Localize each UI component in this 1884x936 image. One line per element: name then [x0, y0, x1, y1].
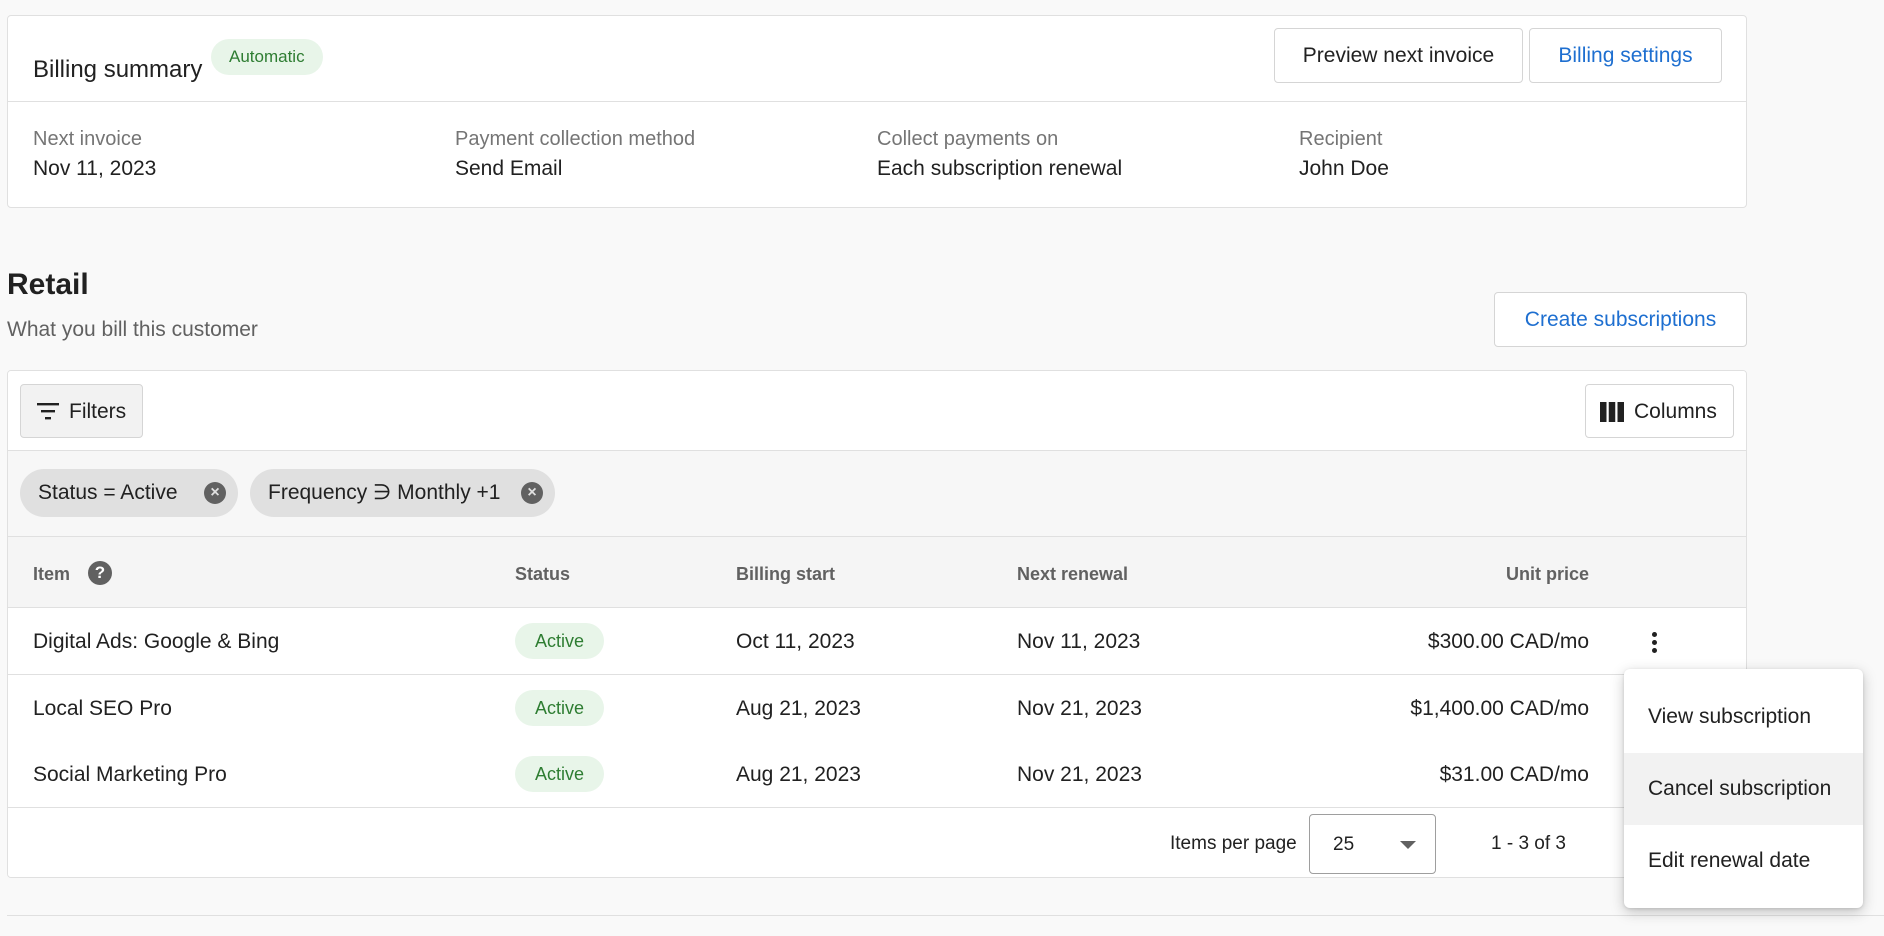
unit-price: $31.00 CAD/mo	[1439, 763, 1589, 786]
item-name: Local SEO Pro	[33, 697, 172, 720]
payment-method-label: Payment collection method	[455, 128, 696, 150]
menu-item-label: Cancel subscription	[1648, 777, 1832, 800]
menu-item-view-subscription[interactable]: View subscription	[1624, 681, 1863, 753]
caret-down-icon	[1400, 841, 1416, 849]
billing-summary-card: Billing summary Automatic Preview next i…	[7, 15, 1747, 208]
retail-subtitle: What you bill this customer	[7, 318, 258, 341]
table-toolbar: Filters Columns	[8, 371, 1746, 451]
columns-button[interactable]: Columns	[1585, 384, 1734, 438]
next-renewal: Nov 21, 2023	[1017, 697, 1142, 720]
filters-label: Filters	[69, 400, 127, 423]
billing-summary-header: Billing summary Automatic Preview next i…	[8, 16, 1746, 102]
columns-label: Columns	[1634, 400, 1717, 423]
menu-item-cancel-subscription[interactable]: Cancel subscription	[1624, 753, 1863, 825]
subscriptions-table-card: Filters Columns Status = Active × Freque…	[7, 370, 1747, 878]
close-icon[interactable]: ×	[521, 482, 543, 504]
column-header-item[interactable]: Item	[33, 564, 70, 585]
status-badge: Active	[515, 623, 605, 659]
retail-title: Retail	[7, 268, 89, 301]
table-row[interactable]: Digital Ads: Google & Bing Active Oct 11…	[8, 608, 1746, 675]
filters-button[interactable]: Filters	[20, 384, 143, 438]
filter-icon	[37, 403, 59, 420]
close-icon[interactable]: ×	[204, 482, 226, 504]
menu-item-edit-renewal-date[interactable]: Edit renewal date	[1624, 825, 1863, 897]
status-badge: Active	[515, 690, 605, 726]
filter-chip-status[interactable]: Status = Active ×	[20, 469, 238, 517]
row-actions-menu: View subscription Cancel subscription Ed…	[1624, 669, 1863, 908]
column-header-unit-price[interactable]: Unit price	[1506, 564, 1589, 585]
item-name: Digital Ads: Google & Bing	[33, 630, 280, 653]
item-name: Social Marketing Pro	[33, 763, 227, 786]
billing-summary-title: Billing summary	[33, 56, 203, 83]
filter-chip-label: Frequency ∋ Monthly +1	[268, 481, 501, 504]
billing-settings-button[interactable]: Billing settings	[1529, 28, 1722, 83]
unit-price: $1,400.00 CAD/mo	[1410, 697, 1589, 720]
columns-icon	[1600, 402, 1624, 422]
help-icon[interactable]: ?	[88, 561, 112, 585]
items-per-page-value: 25	[1333, 834, 1355, 855]
column-header-status[interactable]: Status	[515, 564, 570, 585]
menu-item-label: Edit renewal date	[1648, 849, 1811, 872]
collect-payments-label: Collect payments on	[877, 128, 1059, 150]
items-per-page-label: Items per page	[1170, 833, 1297, 854]
active-filters-row: Status = Active × Frequency ∋ Monthly +1…	[8, 451, 1746, 537]
preview-next-invoice-button[interactable]: Preview next invoice	[1274, 28, 1523, 83]
next-invoice-label: Next invoice	[33, 128, 142, 150]
more-vert-icon[interactable]	[1644, 628, 1664, 658]
pagination-range: 1 - 3 of 3	[1491, 833, 1566, 854]
recipient-label: Recipient	[1299, 128, 1383, 150]
recipient-value: John Doe	[1299, 157, 1389, 180]
section-divider	[7, 915, 1884, 916]
filter-chip-frequency[interactable]: Frequency ∋ Monthly +1 ×	[250, 469, 555, 517]
unit-price: $300.00 CAD/mo	[1427, 630, 1589, 653]
table-row[interactable]: Social Marketing Pro Active Aug 21, 2023…	[8, 741, 1746, 808]
billing-start: Aug 21, 2023	[736, 697, 861, 720]
next-renewal: Nov 11, 2023	[1017, 630, 1141, 653]
status-badge: Active	[515, 756, 605, 792]
items-per-page-select[interactable]: 25	[1309, 814, 1436, 874]
billing-start: Oct 11, 2023	[736, 630, 855, 653]
create-subscriptions-button[interactable]: Create subscriptions	[1494, 292, 1747, 347]
payment-method-value: Send Email	[455, 157, 563, 180]
collect-payments-value: Each subscription renewal	[877, 157, 1123, 180]
table-pagination: Items per page 25 1 - 3 of 3	[8, 808, 1746, 877]
next-renewal: Nov 21, 2023	[1017, 763, 1142, 786]
filter-chip-label: Status = Active	[38, 481, 178, 504]
menu-item-label: View subscription	[1648, 705, 1812, 728]
column-header-next-renewal[interactable]: Next renewal	[1017, 564, 1128, 585]
next-invoice-value: Nov 11, 2023	[33, 157, 157, 180]
billing-start: Aug 21, 2023	[736, 763, 861, 786]
table-header: Item ? Status Billing start Next renewal…	[8, 537, 1746, 608]
table-row[interactable]: Local SEO Pro Active Aug 21, 2023 Nov 21…	[8, 675, 1746, 742]
automatic-badge: Automatic	[211, 39, 323, 75]
column-header-billing-start[interactable]: Billing start	[736, 564, 835, 585]
